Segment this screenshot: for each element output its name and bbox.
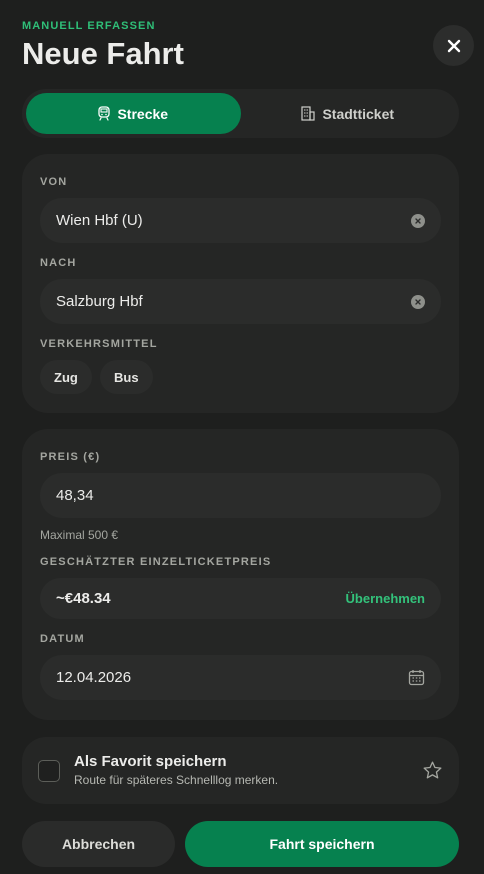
date-input[interactable]: 12.04.2026 [40,655,441,700]
route-card: VON Wien Hbf (U) NACH Salzburg Hbf VERKE… [22,154,459,413]
apply-estimate-button[interactable]: Übernehmen [346,591,425,606]
mode-segmented-control: Strecke Stadtticket [22,89,459,138]
favorite-checkbox[interactable] [38,760,60,782]
page-title: Neue Fahrt [22,36,184,71]
close-button[interactable] [433,25,474,66]
date-label: DATUM [40,633,85,645]
clear-from-button[interactable] [411,213,425,228]
estimate-value: ~€48.34 [56,590,111,607]
train-icon [98,106,111,121]
estimate-row: ~€48.34 Übernehmen [40,578,441,619]
close-icon [447,39,460,52]
favorite-subtitle: Route für späteres Schnelllog merken. [74,773,279,787]
transport-chip-bus[interactable]: Bus [100,360,153,394]
from-value: Wien Hbf (U) [56,212,143,229]
to-label: NACH [40,257,77,269]
price-label: PREIS (€) [40,451,101,463]
price-value: 48,34 [56,487,94,504]
favorite-title: Als Favorit speichern [74,753,227,770]
from-field[interactable]: Wien Hbf (U) [40,198,441,243]
building-icon [301,106,316,121]
to-value: Salzburg Hbf [56,293,143,310]
cancel-button[interactable]: Abbrechen [22,821,175,867]
star-icon[interactable] [422,760,443,781]
clear-icon [415,217,421,224]
clear-to-button[interactable] [411,294,425,309]
transport-label: VERKEHRSMITTEL [40,338,158,350]
section-overline: MANUELL ERFASSEN [22,20,156,32]
tab-strecke[interactable]: Strecke [26,93,241,134]
tab-strecke-label: Strecke [117,105,169,122]
details-card: PREIS (€) 48,34 Maximal 500 € GESCHÄTZTE… [22,429,459,720]
favorite-card[interactable]: Als Favorit speichern Route für späteres… [22,737,459,804]
to-field[interactable]: Salzburg Hbf [40,279,441,324]
clear-icon [415,298,421,305]
transport-chip-zug[interactable]: Zug [40,360,92,394]
save-trip-button[interactable]: Fahrt speichern [185,821,459,867]
price-input[interactable]: 48,34 [40,473,441,518]
from-label: VON [40,176,68,188]
price-hint: Maximal 500 € [40,528,119,542]
tab-stadtticket[interactable]: Stadtticket [241,93,456,134]
date-value: 12.04.2026 [56,669,132,686]
calendar-icon[interactable] [408,669,425,686]
estimate-label: GESCHÄTZTER EINZELTICKETPREIS [40,556,272,568]
tab-stadtticket-label: Stadtticket [322,105,395,122]
